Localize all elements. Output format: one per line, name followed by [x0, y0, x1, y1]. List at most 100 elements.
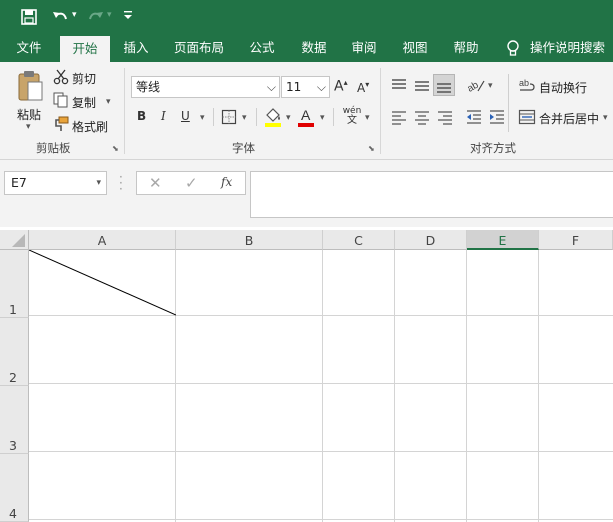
row-header-1[interactable]: 1 — [0, 250, 29, 318]
more-options-icon[interactable]: · · · — [119, 171, 123, 195]
align-center-icon[interactable] — [413, 108, 431, 126]
name-box[interactable]: E7 ▾ — [4, 171, 107, 195]
row-header-2[interactable]: 2 — [0, 318, 29, 386]
customize-qat-icon[interactable] — [122, 6, 134, 22]
copy-dropdown-icon[interactable]: ▾ — [106, 97, 111, 107]
formula-bar: E7 ▾ · · · ✕ ✓ fx — [0, 160, 613, 227]
tab-review[interactable]: 审阅 — [344, 34, 384, 62]
worksheet-grid: A B C D E F 1 2 3 4 — [0, 227, 613, 522]
cell-a1[interactable] — [28, 249, 177, 316]
divider — [213, 108, 214, 126]
copy-icon[interactable] — [53, 92, 69, 108]
cut-button[interactable]: 剪切 — [72, 70, 96, 87]
fill-color-icon[interactable] — [264, 106, 282, 128]
row-number: 2 — [9, 370, 17, 385]
merge-center-icon[interactable] — [518, 108, 536, 126]
diagonal-border — [28, 249, 177, 316]
wrap-text-icon[interactable]: ab — [518, 76, 536, 94]
font-color-icon[interactable]: A — [297, 106, 315, 128]
phonetic-guide-button[interactable]: wén 文 — [341, 106, 363, 126]
tab-home[interactable]: 开始 — [60, 36, 110, 62]
align-top-icon[interactable] — [390, 76, 408, 94]
formula-buttons: ✕ ✓ fx — [136, 171, 246, 195]
phonetic-dropdown-icon[interactable]: ▾ — [365, 113, 370, 123]
lightbulb-icon[interactable] — [506, 40, 520, 58]
borders-icon[interactable] — [221, 109, 237, 125]
tab-page-layout[interactable]: 页面布局 — [166, 34, 232, 62]
redo-dropdown-icon[interactable]: ▾ — [107, 10, 112, 20]
underline-button[interactable]: U — [181, 109, 190, 123]
column-header-b[interactable]: B — [176, 230, 323, 250]
tell-me-search[interactable]: 操作说明搜索 — [530, 34, 610, 62]
select-all-button[interactable] — [0, 230, 29, 250]
orientation-dropdown-icon[interactable]: ▾ — [488, 81, 493, 91]
group-divider — [124, 68, 125, 154]
row-number: 4 — [9, 506, 17, 521]
tab-view[interactable]: 视图 — [395, 34, 435, 62]
paste-dropdown-icon: ▾ — [26, 122, 31, 132]
column-header-c[interactable]: C — [323, 230, 395, 250]
insert-function-button[interactable]: fx — [221, 175, 232, 189]
save-icon[interactable] — [20, 8, 38, 26]
paste-button[interactable]: 粘贴 ▾ — [12, 68, 48, 132]
increase-indent-icon[interactable] — [488, 108, 506, 126]
copy-button[interactable]: 复制 — [72, 94, 96, 111]
undo-dropdown-icon[interactable]: ▾ — [72, 10, 77, 20]
gridline — [29, 451, 613, 452]
divider — [333, 108, 334, 126]
chevron-down-icon: ⌵ — [316, 80, 326, 94]
group-divider — [380, 68, 381, 154]
format-painter-button[interactable]: 格式刷 — [72, 118, 108, 135]
format-painter-icon[interactable] — [53, 116, 69, 132]
wrap-text-button[interactable]: 自动换行 — [539, 79, 587, 96]
increase-font-size-icon[interactable]: A▴ — [334, 78, 348, 95]
formula-input[interactable] — [250, 171, 613, 218]
clipboard-launcher-icon[interactable]: ⬊ — [112, 144, 119, 153]
row-number: 3 — [9, 438, 17, 453]
enter-icon[interactable]: ✓ — [185, 174, 198, 192]
cancel-icon[interactable]: ✕ — [149, 174, 162, 192]
gridline — [394, 250, 395, 522]
column-header-d[interactable]: D — [395, 230, 467, 250]
tab-formulas[interactable]: 公式 — [242, 34, 282, 62]
font-size-select[interactable]: 11 ⌵ — [281, 76, 330, 98]
row-header-4[interactable]: 4 — [0, 454, 29, 522]
redo-icon[interactable] — [86, 7, 106, 27]
fill-color-dropdown-icon[interactable]: ▾ — [286, 113, 291, 123]
font-color-dropdown-icon[interactable]: ▾ — [320, 113, 325, 123]
ribbon-tabs: 文件 开始 插入 页面布局 公式 数据 审阅 视图 帮助 操作说明搜索 — [0, 34, 613, 62]
paste-label: 粘贴 — [17, 108, 42, 122]
tab-file[interactable]: 文件 — [6, 34, 52, 62]
tab-insert[interactable]: 插入 — [114, 34, 158, 62]
bold-button[interactable]: B — [137, 109, 146, 123]
align-bottom-icon[interactable] — [433, 74, 455, 96]
italic-button[interactable]: I — [161, 109, 166, 123]
font-launcher-icon[interactable]: ⬊ — [368, 144, 375, 153]
borders-dropdown-icon[interactable]: ▾ — [242, 113, 247, 123]
column-header-e[interactable]: E — [467, 230, 539, 250]
merge-center-button[interactable]: 合并后居中 — [539, 110, 599, 127]
scissors-icon[interactable] — [53, 69, 69, 85]
font-name-value: 等线 — [136, 80, 161, 94]
underline-dropdown-icon[interactable]: ▾ — [200, 113, 205, 123]
svg-text:A: A — [301, 107, 311, 123]
chevron-down-icon[interactable]: ▾ — [96, 172, 101, 194]
decrease-font-size-icon[interactable]: A▾ — [357, 80, 369, 95]
align-middle-icon[interactable] — [413, 76, 431, 94]
undo-icon[interactable] — [50, 7, 70, 27]
decrease-indent-icon[interactable] — [465, 108, 483, 126]
name-box-value: E7 — [11, 175, 27, 190]
ribbon-home: 粘贴 ▾ 剪切 复制 ▾ 格式刷 剪贴板 ⬊ 等线 ⌵ 11 ⌵ A▴ A▾ B… — [0, 62, 613, 160]
column-header-f[interactable]: F — [539, 230, 613, 250]
tab-help[interactable]: 帮助 — [446, 34, 486, 62]
column-header-a[interactable]: A — [29, 230, 176, 250]
row-header-3[interactable]: 3 — [0, 386, 29, 454]
tab-data[interactable]: 数据 — [294, 34, 334, 62]
font-name-select[interactable]: 等线 ⌵ — [131, 76, 280, 98]
gridline — [322, 250, 323, 522]
orientation-icon[interactable]: ab — [465, 76, 486, 95]
align-right-icon[interactable] — [436, 108, 454, 126]
clipboard-group-label: 剪贴板 — [36, 141, 71, 155]
merge-center-dropdown-icon[interactable]: ▾ — [603, 113, 608, 123]
align-left-icon[interactable] — [390, 108, 408, 126]
